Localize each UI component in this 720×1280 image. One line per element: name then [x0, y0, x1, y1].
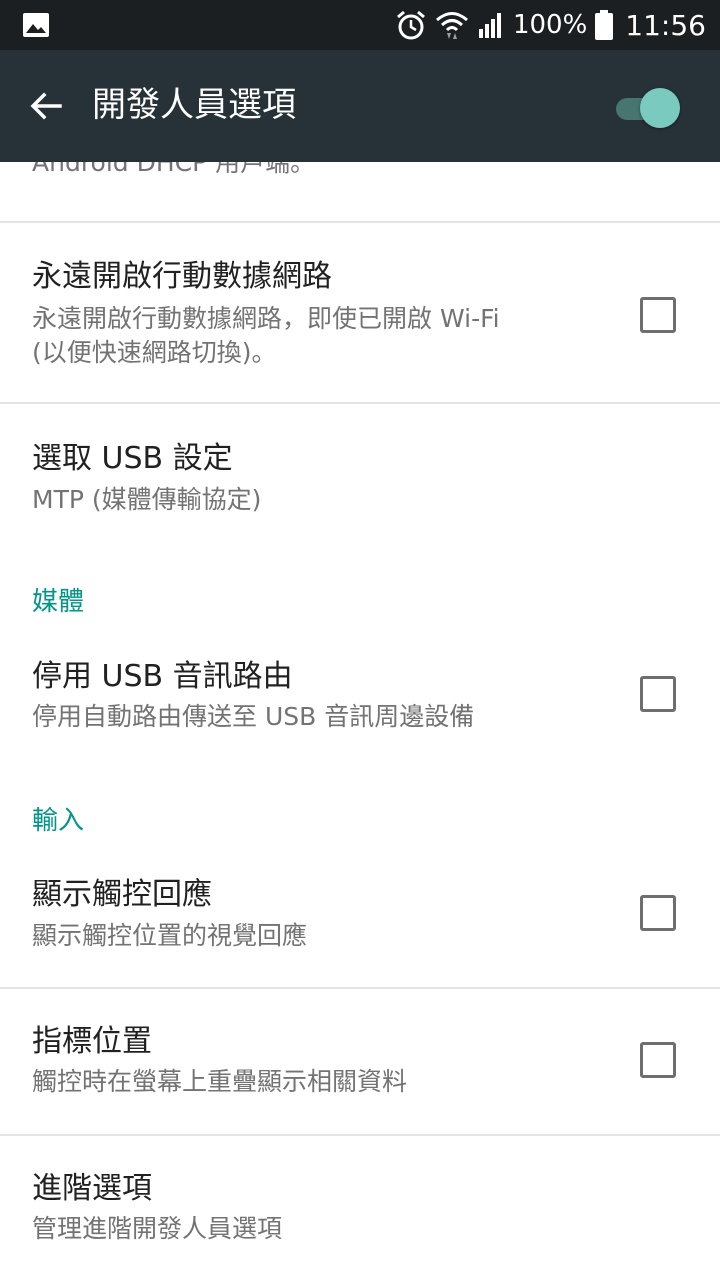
battery-icon	[595, 10, 614, 40]
app-toolbar: 開發人員選項	[0, 50, 720, 162]
page-title: 開發人員選項	[92, 85, 296, 125]
always-on-mobile-data-item[interactable]: 永遠開啟行動數據網路 永遠開啟行動數據網路，即使已開啟 Wi-Fi (以便快速網…	[0, 223, 720, 402]
advanced-options-summary: 管理進階開發人員選項	[32, 1214, 283, 1243]
pointer-location-title: 指標位置	[32, 1024, 152, 1059]
alarm-icon	[396, 10, 425, 40]
disable-usb-audio-checkbox[interactable]	[640, 676, 676, 712]
cellular-signal-icon	[478, 13, 501, 38]
always-on-mobile-data-summary-line2: (以便快速網路切換)。	[32, 338, 277, 367]
developer-options-toggle[interactable]	[614, 87, 684, 129]
settings-list: Android DHCP 用戶端。 永遠開啟行動數據網路 永遠開啟行動數據網路，…	[0, 162, 720, 1280]
disable-usb-audio-summary: 停用自動路由傳送至 USB 音訊周邊設備	[32, 702, 475, 731]
advanced-options-item[interactable]: 進階選項 管理進階開發人員選項	[0, 1136, 720, 1280]
always-on-mobile-data-title: 永遠開啟行動數據網路	[32, 259, 332, 294]
pointer-location-checkbox[interactable]	[640, 1042, 676, 1078]
clock: 11:56	[625, 8, 706, 42]
show-touches-item[interactable]: 顯示觸控回應 顯示觸控位置的視覺回應	[0, 852, 720, 988]
show-touches-summary: 顯示觸控位置的視覺回應	[32, 921, 308, 950]
dhcp-client-summary: Android DHCP 用戶端。	[32, 162, 316, 177]
show-touches-checkbox[interactable]	[640, 895, 676, 931]
disable-usb-audio-title: 停用 USB 音訊路由	[32, 659, 293, 694]
show-touches-title: 顯示觸控回應	[32, 877, 212, 912]
dhcp-client-item[interactable]: Android DHCP 用戶端。	[0, 162, 720, 222]
usb-configuration-item[interactable]: 選取 USB 設定 MTP (媒體傳輸協定)	[0, 404, 720, 554]
usb-configuration-title: 選取 USB 設定	[32, 441, 233, 476]
wifi-icon	[435, 12, 468, 39]
toggle-thumb	[640, 88, 680, 128]
pointer-location-summary: 觸控時在螢幕上重疊顯示相關資料	[32, 1067, 408, 1096]
media-category-header: 媒體	[32, 587, 85, 617]
back-arrow-icon[interactable]	[26, 86, 66, 126]
always-on-mobile-data-summary-line1: 永遠開啟行動數據網路，即使已開啟 Wi-Fi	[32, 304, 500, 333]
advanced-options-title: 進階選項	[32, 1171, 152, 1206]
always-on-mobile-data-checkbox[interactable]	[640, 297, 676, 333]
disable-usb-audio-item[interactable]: 停用 USB 音訊路由 停用自動路由傳送至 USB 音訊周邊設備	[0, 632, 720, 772]
usb-configuration-summary: MTP (媒體傳輸協定)	[32, 485, 262, 514]
battery-percentage: 100%	[512, 10, 588, 40]
status-bar: 100% 11:56	[0, 0, 720, 50]
gallery-notification-icon	[23, 13, 49, 37]
input-category-header: 輸入	[32, 806, 85, 836]
pointer-location-item[interactable]: 指標位置 觸控時在螢幕上重疊顯示相關資料	[0, 989, 720, 1134]
